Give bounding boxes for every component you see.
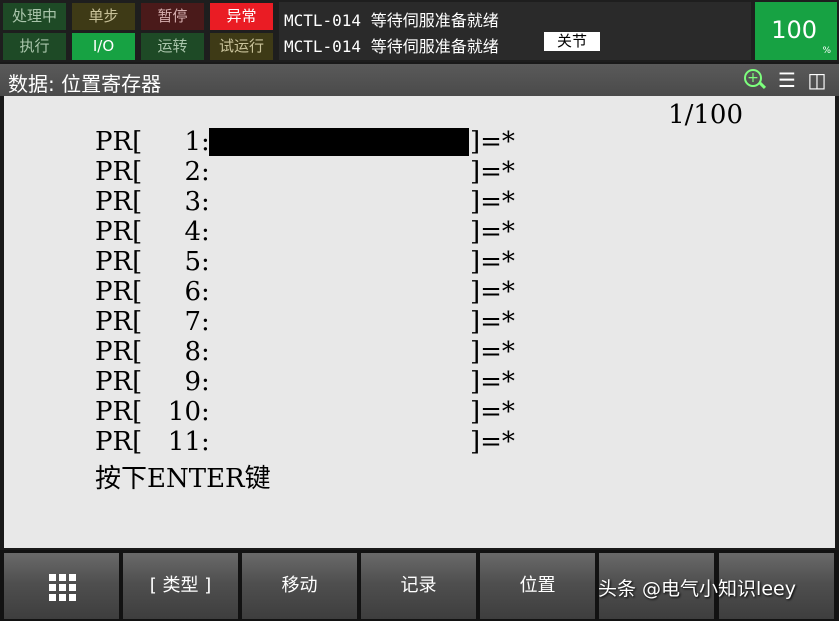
register-index: 2 — [184, 157, 201, 187]
screen-title: 数据: 位置寄存器 — [8, 72, 162, 96]
alarm-message-line-1: MCTL-014 等待伺服准备就绪 — [284, 11, 499, 30]
speed-override[interactable]: 100 % — [755, 2, 837, 60]
register-comment[interactable] — [209, 368, 469, 396]
register-comment[interactable] — [209, 308, 469, 336]
input-prompt: 按下ENTER键 — [95, 464, 271, 494]
led-io: I/O — [72, 33, 135, 60]
main-menu-button[interactable] — [4, 553, 119, 619]
jog-mode-badge: 关节 — [544, 32, 600, 51]
register-comment[interactable] — [209, 428, 469, 456]
register-comment[interactable] — [209, 248, 469, 276]
led-running: 执行 — [3, 33, 66, 60]
led-step: 单步 — [72, 3, 135, 30]
register-index: 11 — [167, 427, 201, 457]
register-index: 1 — [184, 127, 201, 157]
register-comment[interactable] — [209, 398, 469, 426]
led-tcyc: 试运行 — [210, 33, 273, 60]
register-index: 9 — [184, 367, 201, 397]
status-bar: 处理中 单步 暂停 异常 执行 I/O 运转 试运行 MCTL-014 等待伺服… — [0, 0, 839, 62]
register-comment[interactable] — [209, 158, 469, 186]
f4-position-button[interactable]: 位置 — [480, 553, 595, 619]
screen-title-bar: 数据: 位置寄存器 + ☰ ◫ — [0, 64, 839, 96]
page-indicator: 1/100 — [668, 100, 743, 130]
override-value: 100 — [771, 16, 817, 44]
register-comment-cursor[interactable] — [209, 128, 469, 156]
override-unit: % — [822, 46, 831, 56]
led-fault: 异常 — [210, 3, 273, 30]
register-comment[interactable] — [209, 278, 469, 306]
register-index: 7 — [184, 307, 201, 337]
alarm-message-area[interactable]: MCTL-014 等待伺服准备就绪 MCTL-014 等待伺服准备就绪 关节 — [279, 2, 751, 60]
register-comment[interactable] — [209, 218, 469, 246]
split-screen-icon[interactable]: ◫ — [806, 69, 828, 91]
register-list: 1/100 PR[ 1 : ]=* PR[ 2 : ]=* PR[ 3 : ]=… — [4, 96, 835, 548]
register-index: 5 — [184, 247, 201, 277]
register-index: 6 — [184, 277, 201, 307]
grid-menu-icon — [49, 574, 76, 601]
register-comment[interactable] — [209, 338, 469, 366]
f3-record-button[interactable]: 记录 — [361, 553, 476, 619]
register-index: 8 — [184, 337, 201, 367]
zoom-in-icon[interactable]: + — [744, 69, 767, 91]
register-index: 4 — [184, 217, 201, 247]
watermark: 头条 @电气小知识leey — [598, 578, 796, 600]
menu-icon[interactable]: ☰ — [776, 69, 798, 91]
register-index: 3 — [184, 187, 201, 217]
led-prod: 运转 — [141, 33, 204, 60]
register-comment[interactable] — [209, 188, 469, 216]
led-busy: 处理中 — [3, 3, 66, 30]
f1-type-button[interactable]: [ 类型 ] — [123, 553, 238, 619]
register-index: 10 — [167, 397, 201, 427]
f2-move-button[interactable]: 移动 — [242, 553, 357, 619]
led-hold: 暂停 — [141, 3, 204, 30]
alarm-message-line-2: MCTL-014 等待伺服准备就绪 — [284, 37, 499, 56]
